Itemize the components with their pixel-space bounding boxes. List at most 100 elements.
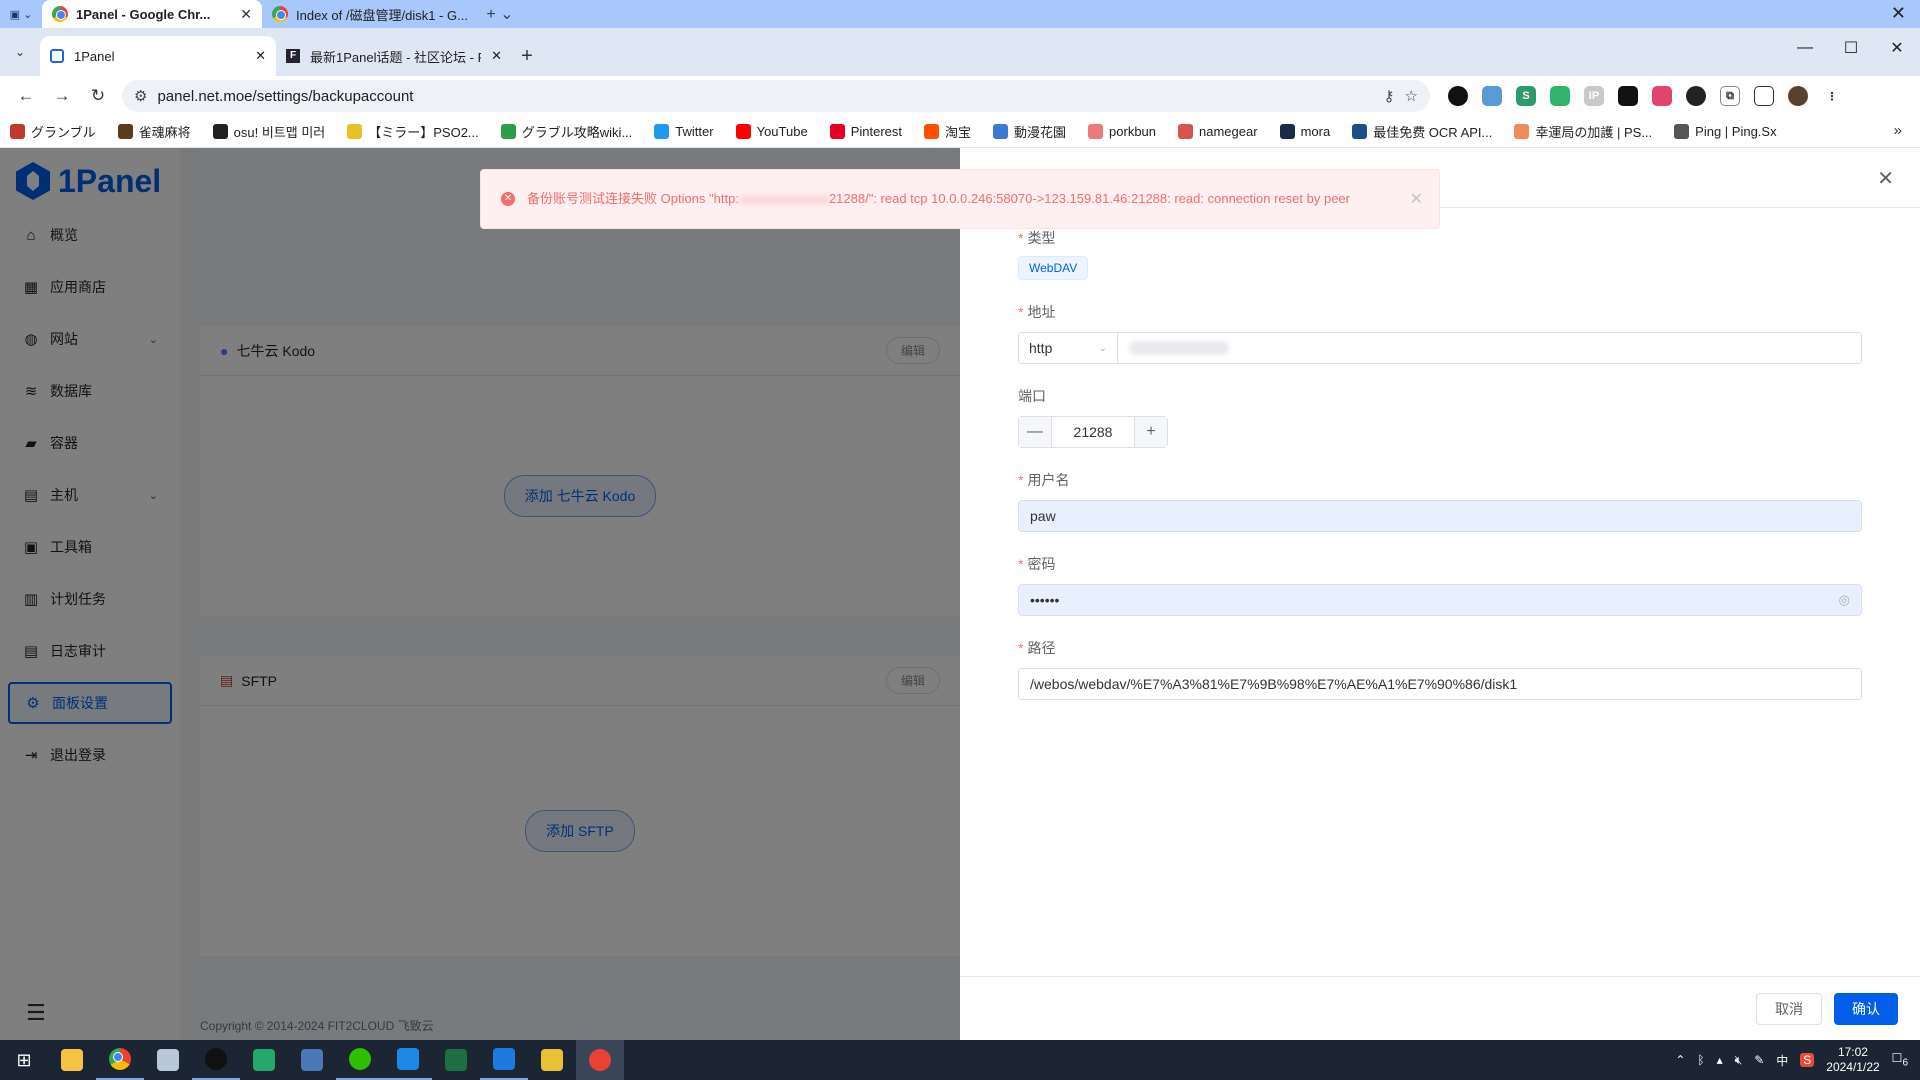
start-icon[interactable]: ⊞ xyxy=(0,1040,48,1080)
chevron-up-icon[interactable]: ⌃ xyxy=(1675,1053,1685,1067)
excel-icon[interactable] xyxy=(432,1040,480,1080)
close-icon[interactable]: ✕ xyxy=(1410,189,1423,209)
bookmark-item[interactable]: 最佳免费 OCR API... xyxy=(1352,122,1492,141)
path-input[interactable]: /webos/webdav/%E7%A3%81%E7%9B%98%E7%AE%A… xyxy=(1018,668,1862,700)
app-icon[interactable] xyxy=(144,1040,192,1080)
password-input[interactable]: •••••• ◎ xyxy=(1018,584,1862,616)
bookmark-item[interactable]: グラブル攻略wiki... xyxy=(500,122,632,141)
reload-icon[interactable]: ↻ xyxy=(80,86,116,106)
cancel-button[interactable]: 取消 xyxy=(1756,992,1822,1025)
notification-icon[interactable]: ☐6 xyxy=(1892,1051,1908,1068)
tab-1panel[interactable]: 1Panel ✕ xyxy=(40,36,276,76)
puzzle-icon[interactable]: ⧉ xyxy=(1720,86,1740,106)
sidepanel-icon[interactable] xyxy=(1754,86,1774,106)
app-icon[interactable] xyxy=(576,1040,624,1080)
bookmark-item[interactable]: Ping | Ping.Sx xyxy=(1674,124,1777,139)
url-text[interactable]: panel.net.moe/settings/backupaccount xyxy=(157,88,1373,105)
window-tab-1panel[interactable]: 1Panel - Google Chr... ✕ xyxy=(42,0,262,28)
bookmark-item[interactable]: osu! 비트맵 미러 xyxy=(212,122,325,141)
modal-overlay[interactable] xyxy=(0,148,960,1040)
bookmark-item[interactable]: namegear xyxy=(1178,124,1258,139)
address-input[interactable] xyxy=(1118,332,1862,364)
sogou-icon[interactable]: S xyxy=(1800,1053,1815,1067)
minus-icon[interactable]: — xyxy=(1019,417,1051,447)
forward-icon[interactable]: → xyxy=(44,86,80,106)
close-icon[interactable]: ✕ xyxy=(240,6,252,23)
bookmark-item[interactable]: YouTube xyxy=(735,124,808,139)
close-icon[interactable]: ✕ xyxy=(1877,166,1894,191)
bookmark-item[interactable]: 淘宝 xyxy=(924,122,971,141)
key-icon[interactable]: ⚷ xyxy=(1384,87,1395,105)
new-window-tab-button[interactable]: + ⌄ xyxy=(482,4,518,24)
bookmark-label: 動漫花園 xyxy=(1014,125,1067,140)
ip-icon[interactable]: IP xyxy=(1584,86,1604,106)
extension-icon[interactable]: S xyxy=(1516,86,1536,106)
pen-icon[interactable]: ✎ xyxy=(1754,1053,1764,1067)
back-icon[interactable]: ← xyxy=(8,86,44,106)
extension-icon[interactable] xyxy=(1618,86,1638,106)
file-explorer-icon[interactable] xyxy=(48,1040,96,1080)
window-tab-index[interactable]: Index of /磁盘管理/disk1 - G... xyxy=(262,0,482,28)
chevron-down-icon: ⌄ xyxy=(1098,342,1107,354)
close-icon[interactable]: ✕ xyxy=(1874,28,1920,68)
clock[interactable]: 17:02 2024/1/22 xyxy=(1826,1045,1879,1075)
app-icon[interactable] xyxy=(384,1040,432,1080)
close-icon[interactable]: ✕ xyxy=(255,48,266,64)
bookmark-item[interactable]: 雀魂麻将 xyxy=(117,122,191,141)
maximize-icon[interactable]: ☐ xyxy=(1828,28,1874,68)
more-icon[interactable]: ⋮ xyxy=(1822,86,1842,106)
chevron-right-icon[interactable]: » xyxy=(1894,122,1902,139)
bookmark-icon xyxy=(1088,124,1104,139)
close-icon[interactable]: ✕ xyxy=(491,48,502,64)
star-icon[interactable]: ☆ xyxy=(1405,87,1418,105)
ime-indicator[interactable]: 中 xyxy=(1776,1052,1788,1069)
type-tag: WebDAV xyxy=(1018,256,1089,280)
network-icon[interactable]: ▴ xyxy=(1717,1053,1723,1067)
username-input[interactable]: paw xyxy=(1018,500,1862,532)
bookmark-item[interactable]: porkbun xyxy=(1088,124,1156,139)
extension-icon[interactable] xyxy=(1686,86,1706,106)
protocol-value: http xyxy=(1029,340,1053,356)
address-bar: ← → ↻ ⚙ panel.net.moe/settings/backupacc… xyxy=(0,76,1920,116)
bookmark-icon xyxy=(924,124,939,139)
app-icon[interactable] xyxy=(480,1040,528,1080)
app-icon[interactable] xyxy=(240,1040,288,1080)
site-info-icon[interactable]: ⚙ xyxy=(134,87,147,105)
shield-icon[interactable] xyxy=(1550,86,1570,106)
wechat-icon[interactable] xyxy=(336,1040,384,1080)
plus-icon[interactable]: + xyxy=(1135,417,1167,447)
toast-message-end: 21288/": read tcp 10.0.0.246:58070->123.… xyxy=(828,191,1350,206)
qq-icon[interactable] xyxy=(192,1040,240,1080)
bookmark-icon xyxy=(1279,124,1295,139)
calculator-icon[interactable] xyxy=(288,1040,336,1080)
extension-icon[interactable] xyxy=(1482,86,1502,106)
bookmark-item[interactable]: Twitter xyxy=(654,124,714,139)
app-icon[interactable] xyxy=(528,1040,576,1080)
new-tab-button[interactable]: + xyxy=(512,36,542,76)
extension-icon[interactable] xyxy=(1448,86,1468,106)
extension-icon[interactable] xyxy=(1652,86,1672,106)
eye-off-icon[interactable]: ◎ xyxy=(1839,592,1850,608)
omnibox[interactable]: ⚙ panel.net.moe/settings/backupaccount ⚷… xyxy=(122,80,1430,112)
bookmark-item[interactable]: Pinterest xyxy=(829,124,902,139)
window-close-icon[interactable]: ✕ xyxy=(1891,3,1906,24)
bluetooth-icon[interactable]: ᛒ xyxy=(1697,1053,1704,1067)
avatar[interactable] xyxy=(1788,86,1808,106)
redacted-host xyxy=(738,194,829,205)
address-label: * 地址 xyxy=(1018,304,1056,320)
volume-muted-icon[interactable]: 🔇︎ xyxy=(1735,1053,1743,1068)
bookmark-item[interactable]: mora xyxy=(1279,124,1330,139)
tab-search-icon[interactable]: ⌄ xyxy=(0,28,40,76)
protocol-select[interactable]: http ⌄ xyxy=(1018,332,1118,364)
minimize-icon[interactable]: — xyxy=(1782,28,1828,68)
tab-forum[interactable]: F 最新1Panel话题 - 社区论坛 - F ✕ xyxy=(276,36,512,76)
bookmark-item[interactable]: 【ミラー】PSO2... xyxy=(347,122,479,141)
port-stepper[interactable]: — 21288 + xyxy=(1018,416,1168,448)
confirm-button[interactable]: 确认 xyxy=(1834,992,1898,1025)
bookmark-item[interactable]: グランブル xyxy=(10,122,96,141)
bookmark-item[interactable]: 幸運局の加護 | PS... xyxy=(1514,122,1652,141)
bookmark-item[interactable]: 動漫花園 xyxy=(993,122,1066,141)
chrome-icon[interactable] xyxy=(96,1040,144,1080)
port-value[interactable]: 21288 xyxy=(1051,417,1135,447)
workspace-menu-icon[interactable]: ▣ ⌄ xyxy=(0,0,42,28)
